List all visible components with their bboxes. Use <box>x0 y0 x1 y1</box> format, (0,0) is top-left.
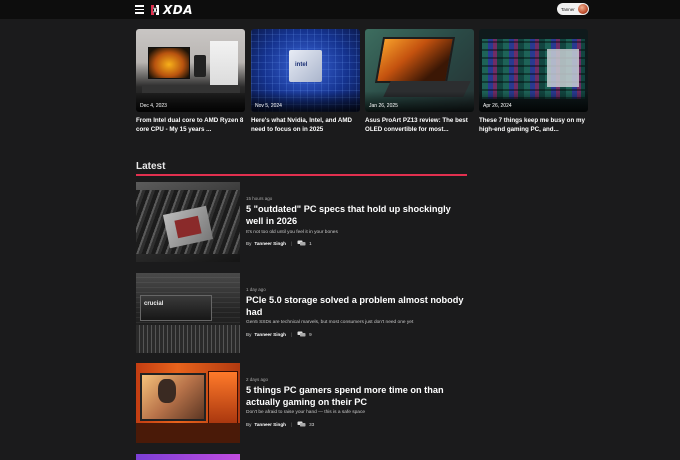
article-item[interactable]: 15 hours ago 5 "outdated" PC specs that … <box>136 182 467 262</box>
comment-icon[interactable] <box>297 421 306 427</box>
article-item[interactable]: 2 days ago 5 things PC gamers spend more… <box>136 363 467 443</box>
site-logo[interactable]: XDA <box>150 2 193 17</box>
section-title: Latest <box>136 161 166 172</box>
article-byline: By Tanneer Singh | 33 <box>246 421 314 427</box>
latest-section-header: Latest <box>136 161 467 176</box>
byline-prefix: By <box>246 331 252 337</box>
featured-title[interactable]: Asus ProArt PZ13 review: The best OLED c… <box>365 116 474 134</box>
byline-prefix: By <box>246 421 252 427</box>
featured-date: Jan 26, 2025 <box>369 103 398 109</box>
article-thumbnail[interactable] <box>136 454 240 460</box>
section-divider <box>136 174 467 176</box>
comment-icon[interactable] <box>297 331 306 337</box>
account-button[interactable]: Tanner <box>557 3 589 15</box>
featured-date: Apr 26, 2024 <box>483 103 512 109</box>
article-byline: By Tanneer Singh | 9 <box>246 331 312 337</box>
avatar <box>578 4 588 14</box>
article-thumbnail[interactable]: crucial <box>136 273 240 353</box>
featured-card[interactable]: intel Nov 5, 2024 Here's what Nvidia, In… <box>251 29 360 134</box>
article-subtitle: It's not too old until you feel it in yo… <box>246 230 338 235</box>
author-link[interactable]: Tanneer Singh <box>254 241 286 246</box>
featured-card[interactable]: Dec 4, 2023 From Intel dual core to AMD … <box>136 29 245 134</box>
top-navigation-bar: XDA Tanner <box>0 0 680 19</box>
article-thumbnail[interactable] <box>136 182 240 262</box>
featured-card[interactable]: Jan 26, 2025 Asus ProArt PZ13 review: Th… <box>365 29 474 134</box>
featured-date: Dec 4, 2023 <box>140 103 167 109</box>
byline-separator: | <box>290 331 293 337</box>
article-thumbnail[interactable] <box>136 363 240 443</box>
byline-prefix: By <box>246 240 252 246</box>
featured-card-image: Jan 26, 2025 <box>365 29 474 112</box>
comment-count: 9 <box>309 331 312 337</box>
featured-title[interactable]: From Intel dual core to AMD Ryzen 8 core… <box>136 116 245 134</box>
account-label: Tanner <box>561 6 575 12</box>
comment-count: 33 <box>309 421 315 427</box>
logo-text: XDA <box>163 2 193 17</box>
author-link[interactable]: Tanneer Singh <box>254 332 286 337</box>
featured-card[interactable]: Apr 26, 2024 These 7 things keep me busy… <box>479 29 588 134</box>
byline-separator: | <box>290 421 293 427</box>
article-byline: By Tanneer Singh | 1 <box>246 240 312 246</box>
article-title[interactable]: PCIe 5.0 storage solved a problem almost… <box>246 295 466 318</box>
author-link[interactable]: Tanneer Singh <box>254 422 286 427</box>
article-subtitle: Gen5 SSDs are technical marvels, but mos… <box>246 320 414 325</box>
article-timestamp: 2 days ago <box>246 377 269 382</box>
article-timestamp: 1 day ago <box>246 287 266 292</box>
featured-date: Nov 5, 2024 <box>255 103 282 109</box>
article-title[interactable]: 5 things PC gamers spend more time on th… <box>246 385 466 408</box>
xda-logo-icon <box>151 4 159 15</box>
featured-card-image: Dec 4, 2023 <box>136 29 245 112</box>
featured-card-image: intel Nov 5, 2024 <box>251 29 360 112</box>
comment-count: 1 <box>309 240 312 246</box>
comment-icon[interactable] <box>297 240 306 246</box>
article-subtitle: Don't be afraid to raise your hand — thi… <box>246 410 366 415</box>
featured-title[interactable]: These 7 things keep me busy on my high-e… <box>479 116 588 134</box>
byline-separator: | <box>290 240 293 246</box>
article-timestamp: 15 hours ago <box>246 196 273 201</box>
article-title[interactable]: 5 "outdated" PC specs that hold up shock… <box>246 204 466 227</box>
hamburger-menu-icon[interactable] <box>135 5 144 14</box>
article-item[interactable]: crucial 1 day ago PCIe 5.0 storage solve… <box>136 273 467 353</box>
featured-title[interactable]: Here's what Nvidia, Intel, and AMD need … <box>251 116 360 134</box>
featured-carousel: Dec 4, 2023 From Intel dual core to AMD … <box>136 29 589 139</box>
featured-card-image: Apr 26, 2024 <box>479 29 588 112</box>
